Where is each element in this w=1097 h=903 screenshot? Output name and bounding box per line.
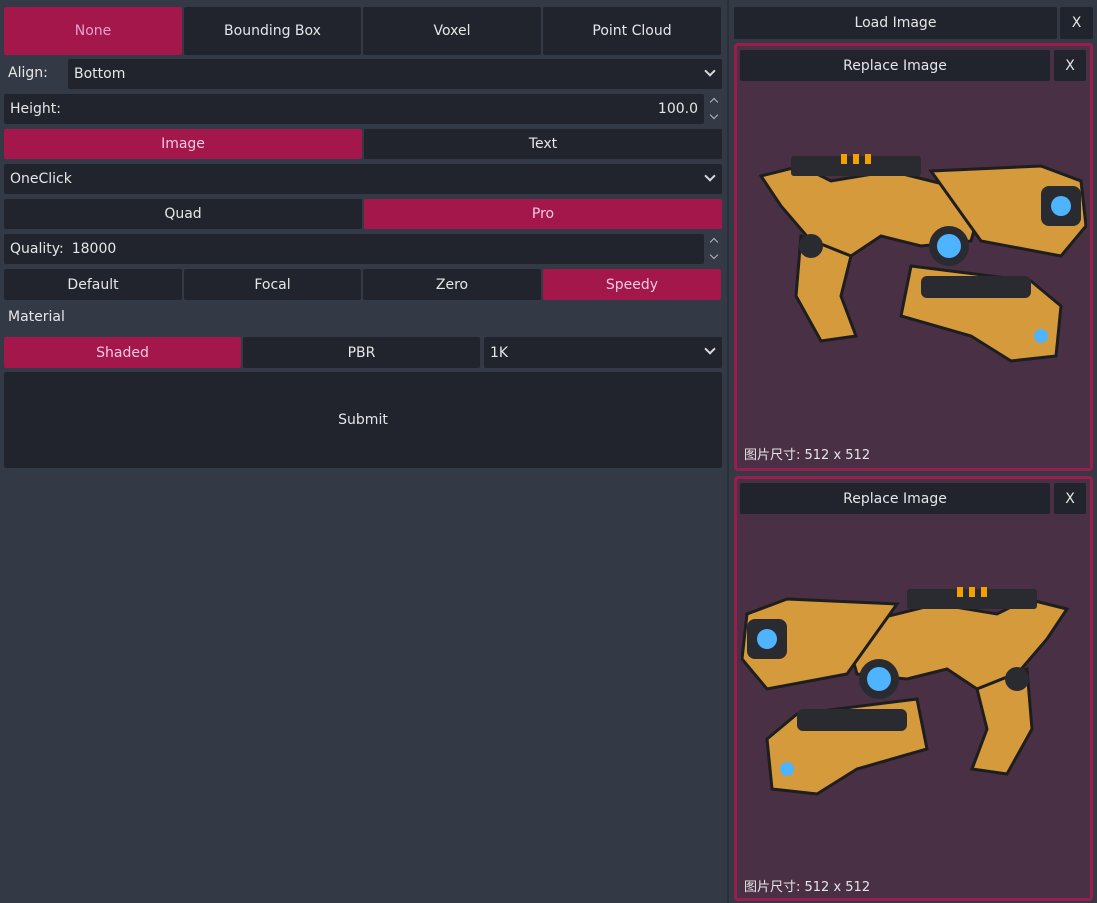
splitter[interactable]: [727, 0, 729, 903]
load-image-close-button[interactable]: X: [1060, 7, 1093, 39]
resolution-value: 1K: [490, 344, 509, 361]
chevron-down-icon: [704, 65, 716, 77]
height-label: Height:: [10, 101, 61, 117]
tab-shaded[interactable]: Shaded: [4, 337, 241, 368]
submit-button[interactable]: Submit: [4, 372, 722, 468]
gun-image: [758, 154, 1087, 363]
image-size-caption: 图片尺寸: 512 x 512: [744, 880, 871, 895]
tab-default[interactable]: Default: [4, 269, 182, 300]
gun-image-mirrored: [741, 587, 1070, 796]
image-panel-2: Replace Image X 图片尺寸: 512 x 512: [734, 476, 1093, 901]
tab-quad[interactable]: Quad: [4, 199, 362, 229]
height-field[interactable]: Height: 100.0: [4, 94, 704, 124]
tab-none[interactable]: None: [4, 7, 182, 55]
app-window: None Bounding Box Voxel Point Cloud Alig…: [0, 0, 1097, 903]
tab-speedy[interactable]: Speedy: [543, 269, 721, 300]
model-value: OneClick: [10, 171, 72, 187]
close-image-button[interactable]: X: [1054, 483, 1086, 514]
replace-image-button[interactable]: Replace Image: [740, 483, 1050, 514]
height-decrement-icon[interactable]: [709, 110, 719, 120]
align-label: Align:: [8, 65, 48, 81]
tab-bounding-box[interactable]: Bounding Box: [184, 7, 361, 55]
chevron-down-icon: [704, 343, 716, 355]
tab-pro[interactable]: Pro: [364, 199, 722, 229]
tab-focal[interactable]: Focal: [184, 269, 361, 300]
load-image-button[interactable]: Load Image: [734, 7, 1057, 39]
image-panel-1: Replace Image X 图片尺寸: 512 x 512: [734, 43, 1093, 471]
height-increment-icon[interactable]: [709, 97, 719, 107]
replace-image-button[interactable]: Replace Image: [740, 50, 1050, 81]
quality-increment-icon[interactable]: [709, 237, 719, 247]
align-select[interactable]: Bottom: [68, 59, 722, 89]
chevron-down-icon: [704, 170, 716, 182]
image-size-caption: 图片尺寸: 512 x 512: [744, 448, 871, 463]
tab-voxel[interactable]: Voxel: [363, 7, 541, 55]
resolution-select[interactable]: 1K: [484, 337, 722, 368]
quality-value: 18000: [71, 241, 117, 257]
height-value: 100.0: [657, 101, 698, 117]
tab-text[interactable]: Text: [364, 129, 722, 159]
close-image-button[interactable]: X: [1054, 50, 1086, 81]
tab-point-cloud[interactable]: Point Cloud: [543, 7, 721, 55]
model-select[interactable]: OneClick: [4, 164, 722, 194]
align-value: Bottom: [74, 66, 126, 82]
quality-decrement-icon[interactable]: [709, 250, 719, 260]
material-label: Material: [8, 309, 65, 325]
quality-label: Quality:: [10, 241, 64, 257]
tab-image[interactable]: Image: [4, 129, 362, 159]
tab-zero[interactable]: Zero: [363, 269, 541, 300]
tab-pbr[interactable]: PBR: [243, 337, 480, 368]
quality-field[interactable]: Quality: 18000: [4, 234, 704, 264]
